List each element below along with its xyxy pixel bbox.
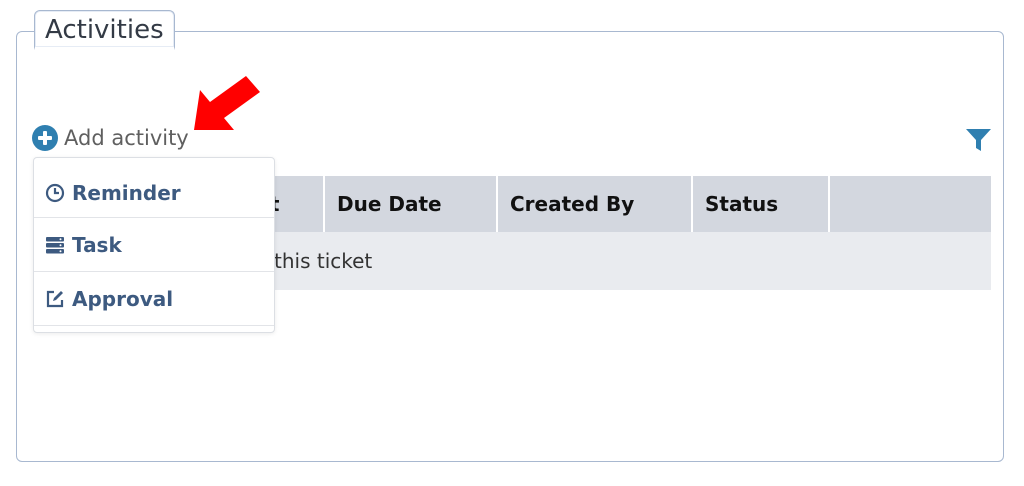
menu-item-approval[interactable]: Approval — [34, 272, 274, 326]
edit-square-icon — [46, 290, 64, 307]
add-activity-label: Add activity — [64, 126, 189, 150]
menu-item-label: Reminder — [72, 180, 181, 205]
panel-title: Activities — [34, 10, 175, 50]
menu-item-label: Task — [72, 232, 122, 257]
add-activity-dropdown: Reminder Task Approval — [33, 157, 275, 333]
column-header-status[interactable]: Status — [692, 176, 830, 232]
menu-item-reminder[interactable]: Reminder — [34, 158, 274, 218]
menu-item-label: Approval — [72, 286, 174, 311]
menu-item-task[interactable]: Task — [34, 218, 274, 272]
column-header-due-date[interactable]: Due Date — [324, 176, 498, 232]
server-list-icon — [46, 236, 64, 253]
column-header-created-by[interactable]: Created By — [497, 176, 693, 232]
column-header-actions — [829, 176, 991, 232]
clock-icon — [45, 183, 65, 202]
filter-icon[interactable] — [965, 127, 992, 153]
red-arrow-icon — [194, 76, 260, 130]
plus-circle-icon — [32, 125, 58, 151]
add-activity-button[interactable]: Add activity — [32, 125, 189, 151]
